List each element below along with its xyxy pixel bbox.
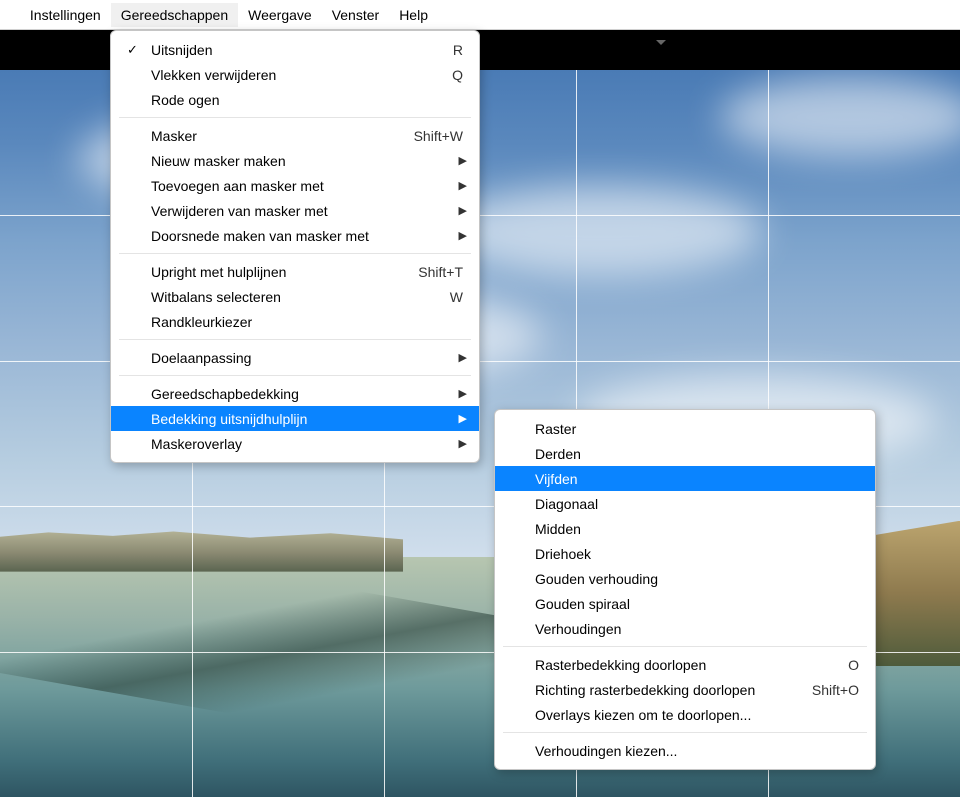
panel-disclosure-icon[interactable] — [656, 40, 666, 45]
menubar-label: Gereedschappen — [121, 7, 228, 23]
menu-item[interactable]: Toevoegen aan masker met▶ — [111, 173, 479, 198]
submenu-bedekking-uitsnijdhulplijn: Raster Derden Vijfden Diagonaal Midden Drieho… — [494, 409, 876, 770]
menu-item-shortcut: R — [453, 42, 463, 58]
menu-item[interactable]: Gouden verhouding — [495, 566, 875, 591]
menu-item-label: Gouden spiraal — [535, 596, 859, 612]
menu-item[interactable]: Overlays kiezen om te doorlopen... — [495, 702, 875, 727]
menubar-item-weergave[interactable]: Weergave — [238, 3, 322, 27]
menu-item[interactable]: Rode ogen — [111, 87, 479, 112]
menu-item-label: Verwijderen van masker met — [151, 203, 463, 219]
submenu-arrow-icon: ▶ — [459, 229, 467, 242]
menu-item[interactable]: ✓ Uitsnijden R — [111, 37, 479, 62]
menu-separator — [119, 339, 471, 340]
menu-item-label: Derden — [535, 446, 859, 462]
menu-item-label: Verhoudingen kiezen... — [535, 743, 859, 759]
menu-item-label: Uitsnijden — [151, 42, 433, 58]
check-icon: ✓ — [127, 42, 138, 58]
menubar-item-gereedschappen[interactable]: Gereedschappen — [111, 3, 238, 27]
menu-item-label: Raster — [535, 421, 859, 437]
menu-item[interactable]: Witbalans selecteren W — [111, 284, 479, 309]
submenu-arrow-icon: ▶ — [459, 179, 467, 192]
menu-separator — [119, 117, 471, 118]
menu-item-label: Bedekking uitsnijdhulplijn — [151, 411, 463, 427]
menu-item[interactable]: Midden — [495, 516, 875, 541]
menu-item-label: Doelaanpassing — [151, 350, 463, 366]
menu-item-label: Nieuw masker maken — [151, 153, 463, 169]
menu-item-shortcut: Shift+T — [418, 264, 463, 280]
menu-item-label: Toevoegen aan masker met — [151, 178, 463, 194]
menu-item[interactable]: Upright met hulplijnen Shift+T — [111, 259, 479, 284]
menu-item-shortcut: Shift+W — [414, 128, 463, 144]
photo-cloud — [442, 186, 762, 276]
submenu-arrow-icon: ▶ — [459, 412, 467, 425]
menu-item[interactable]: Randkleurkiezer — [111, 309, 479, 334]
submenu-arrow-icon: ▶ — [459, 387, 467, 400]
menu-item-label: Midden — [535, 521, 859, 537]
menu-item-label: Doorsnede maken van masker met — [151, 228, 463, 244]
menu-separator — [503, 732, 867, 733]
menu-item[interactable]: Verwijderen van masker met▶ — [111, 198, 479, 223]
menu-item-label: Verhoudingen — [535, 621, 859, 637]
menu-item[interactable]: Verhoudingen kiezen... — [495, 738, 875, 763]
menu-item[interactable]: Derden — [495, 441, 875, 466]
menubar-item-venster[interactable]: Venster — [322, 3, 389, 27]
submenu-arrow-icon: ▶ — [459, 437, 467, 450]
menubar-label: Weergave — [248, 7, 312, 23]
menu-item[interactable]: Doorsnede maken van masker met▶ — [111, 223, 479, 248]
menu-item-label: Rode ogen — [151, 92, 463, 108]
menu-item-shortcut: Q — [452, 67, 463, 83]
menubar-label: Instellingen — [30, 7, 101, 23]
menubar-item-instellingen[interactable]: Instellingen — [20, 3, 111, 27]
menu-item[interactable]: Maskeroverlay▶ — [111, 431, 479, 456]
menu-item[interactable]: Masker Shift+W — [111, 123, 479, 148]
menu-item[interactable]: Driehoek — [495, 541, 875, 566]
menubar-label: Help — [399, 7, 428, 23]
menu-item-label: Maskeroverlay — [151, 436, 463, 452]
menu-item[interactable]: Verhoudingen — [495, 616, 875, 641]
menu-item[interactable]: Vijfden — [495, 466, 875, 491]
menu-item-label: Rasterbedekking doorlopen — [535, 657, 828, 673]
menu-item[interactable]: Raster — [495, 416, 875, 441]
menubar-label: Venster — [332, 7, 379, 23]
menu-item-label: Vlekken verwijderen — [151, 67, 432, 83]
menu-separator — [119, 253, 471, 254]
menu-item-label: Overlays kiezen om te doorlopen... — [535, 707, 859, 723]
menu-item[interactable]: Nieuw masker maken▶ — [111, 148, 479, 173]
menu-item-label: Vijfden — [535, 471, 859, 487]
menu-item-label: Witbalans selecteren — [151, 289, 430, 305]
menu-item-shortcut: W — [450, 289, 463, 305]
menu-item-label: Masker — [151, 128, 394, 144]
menu-item-label: Randkleurkiezer — [151, 314, 463, 330]
menu-separator — [503, 646, 867, 647]
menu-item[interactable]: Diagonaal — [495, 491, 875, 516]
menu-gereedschappen: ✓ Uitsnijden R Vlekken verwijderen Q Rode oge… — [110, 30, 480, 463]
menu-item[interactable]: Bedekking uitsnijdhulplijn▶ — [111, 406, 479, 431]
menu-item[interactable]: Doelaanpassing▶ — [111, 345, 479, 370]
submenu-arrow-icon: ▶ — [459, 154, 467, 167]
menubar: Instellingen Gereedschappen Weergave Ven… — [0, 0, 960, 30]
menu-item-shortcut: O — [848, 657, 859, 673]
menu-item-label: Gouden verhouding — [535, 571, 859, 587]
submenu-arrow-icon: ▶ — [459, 204, 467, 217]
menu-item[interactable]: Rasterbedekking doorlopen O — [495, 652, 875, 677]
menubar-item-help[interactable]: Help — [389, 3, 438, 27]
menu-item[interactable]: Richting rasterbedekking doorlopen Shift+… — [495, 677, 875, 702]
menu-separator — [119, 375, 471, 376]
menu-item-label: Richting rasterbedekking doorlopen — [535, 682, 792, 698]
menu-item[interactable]: Gereedschapbedekking▶ — [111, 381, 479, 406]
menu-item[interactable]: Vlekken verwijderen Q — [111, 62, 479, 87]
submenu-arrow-icon: ▶ — [459, 351, 467, 364]
menu-item[interactable]: Gouden spiraal — [495, 591, 875, 616]
menu-item-label: Driehoek — [535, 546, 859, 562]
menu-item-label: Upright met hulplijnen — [151, 264, 398, 280]
menu-item-label: Gereedschapbedekking — [151, 386, 463, 402]
menubar-item-cropped — [6, 3, 20, 27]
menu-item-shortcut: Shift+O — [812, 682, 859, 698]
menu-item-label: Diagonaal — [535, 496, 859, 512]
